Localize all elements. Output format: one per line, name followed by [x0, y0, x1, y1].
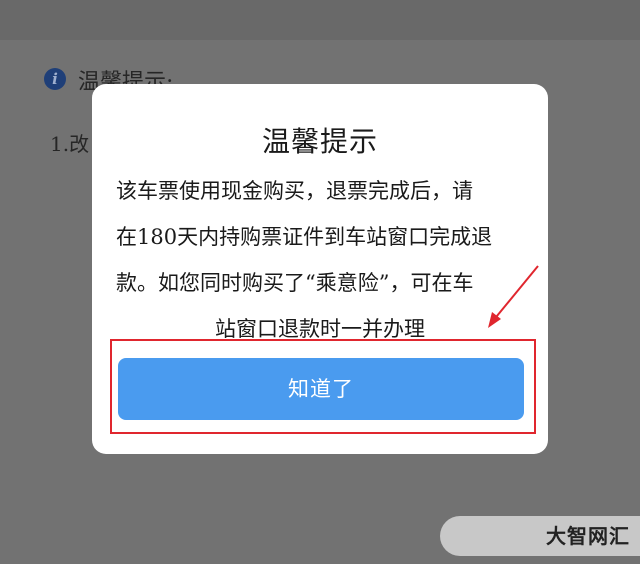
message-line: 款。如您同时购买了“乘意险”，可在车 — [116, 271, 474, 295]
top-bar — [0, 0, 640, 40]
dialog-message: 该车票使用现金购买，退票完成后，请 在180天内持购票证件到车站窗口完成退 款。… — [116, 168, 524, 352]
watermark-text: 大智网汇 — [546, 524, 630, 548]
message-line: 该车票使用现金购买，退票完成后，请 — [116, 179, 473, 203]
annotation-arrow-icon — [488, 265, 539, 328]
dialog-title: 温馨提示 — [261, 125, 378, 158]
info-icon: i — [44, 68, 66, 90]
annotation-highlight-box — [110, 339, 536, 434]
message-line: 在180天内持购票证件到车站窗口完成退 — [116, 225, 493, 249]
